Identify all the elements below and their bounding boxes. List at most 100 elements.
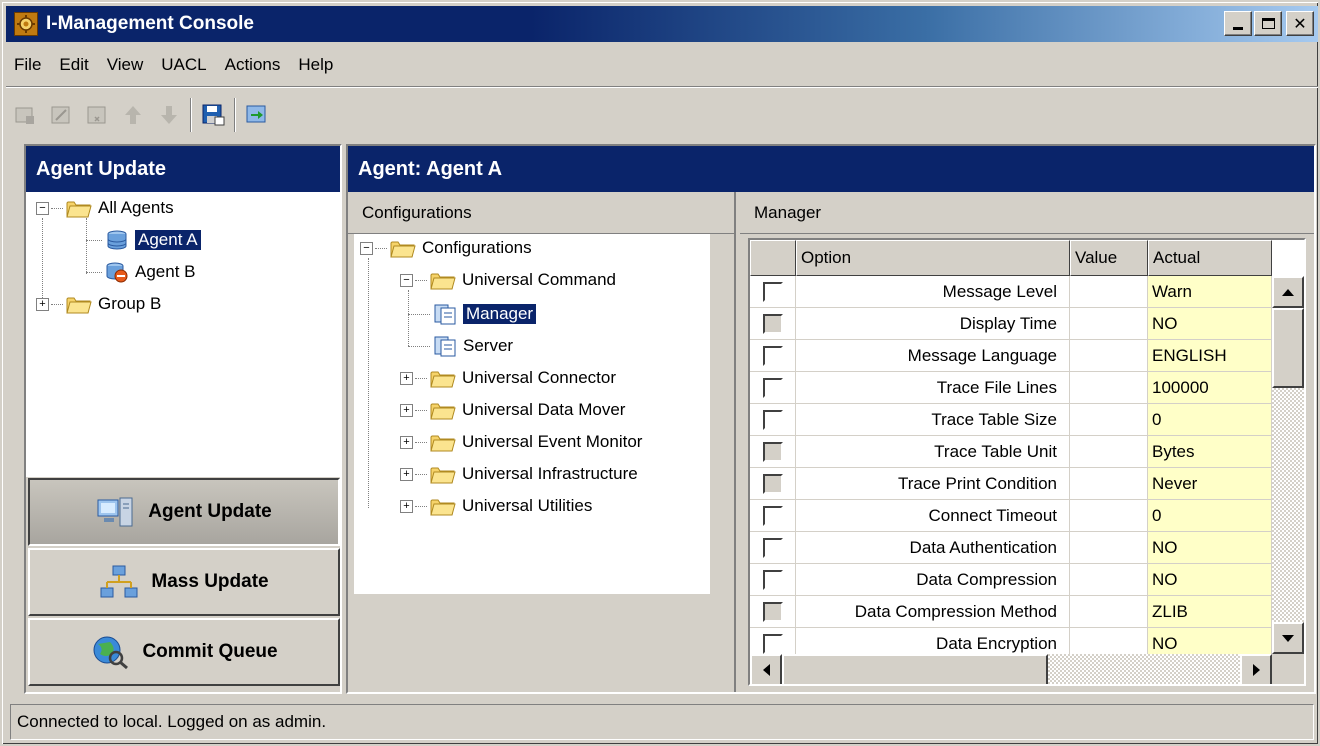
column-header-actual[interactable]: Actual bbox=[1148, 240, 1272, 276]
tree-item-universal-data-mover[interactable]: + Universal Data Mover bbox=[400, 396, 625, 424]
collapse-icon[interactable]: − bbox=[400, 273, 413, 287]
option-value[interactable] bbox=[1070, 308, 1148, 340]
table-row[interactable]: Message Language ENGLISH bbox=[750, 340, 1272, 372]
option-value[interactable] bbox=[1070, 372, 1148, 404]
tree-item-universal-connector[interactable]: + Universal Connector bbox=[400, 364, 616, 392]
new-item-icon bbox=[15, 107, 34, 124]
menu-view[interactable]: View bbox=[98, 55, 153, 75]
menu-edit[interactable]: Edit bbox=[50, 55, 97, 75]
new-item-button[interactable] bbox=[10, 100, 40, 130]
table-row[interactable]: Connect Timeout 0 bbox=[750, 500, 1272, 532]
option-name: Trace Print Condition bbox=[796, 468, 1070, 500]
move-down-button[interactable] bbox=[154, 100, 184, 130]
collapse-icon[interactable]: − bbox=[36, 201, 49, 215]
option-value[interactable] bbox=[1070, 500, 1148, 532]
tree-item-universal-utilities[interactable]: + Universal Utilities bbox=[400, 492, 592, 520]
config-file-icon bbox=[434, 304, 456, 325]
option-name: Data Encryption bbox=[796, 628, 1070, 654]
scroll-up-button[interactable] bbox=[1272, 276, 1304, 308]
table-row[interactable]: Data Compression Method ZLIB bbox=[750, 596, 1272, 628]
collapse-icon[interactable]: − bbox=[360, 241, 373, 255]
save-button[interactable] bbox=[198, 100, 228, 130]
table-row[interactable]: Trace Table Size 0 bbox=[750, 404, 1272, 436]
expand-icon[interactable]: + bbox=[400, 467, 413, 481]
deploy-button[interactable] bbox=[242, 100, 272, 130]
commit-queue-nav-button[interactable]: Commit Queue bbox=[28, 618, 340, 686]
menu-help[interactable]: Help bbox=[289, 55, 342, 75]
option-value[interactable] bbox=[1070, 276, 1148, 308]
option-value[interactable] bbox=[1070, 532, 1148, 564]
column-header-option[interactable]: Option bbox=[796, 240, 1070, 276]
scroll-left-button[interactable] bbox=[750, 654, 782, 684]
move-up-button[interactable] bbox=[118, 100, 148, 130]
option-value[interactable] bbox=[1070, 436, 1148, 468]
tree-item-universal-event-monitor[interactable]: + Universal Event Monitor bbox=[400, 428, 642, 456]
agent-update-nav-button[interactable]: Agent Update bbox=[28, 478, 340, 546]
maximize-button[interactable] bbox=[1254, 11, 1282, 36]
option-value[interactable] bbox=[1070, 468, 1148, 500]
table-row[interactable]: Message Level Warn bbox=[750, 276, 1272, 308]
option-value[interactable] bbox=[1070, 628, 1148, 654]
option-value[interactable] bbox=[1070, 596, 1148, 628]
horizontal-scrollbar[interactable] bbox=[750, 654, 1272, 684]
table-row[interactable]: Trace Print Condition Never bbox=[750, 468, 1272, 500]
scroll-down-button[interactable] bbox=[1272, 622, 1304, 654]
row-checkbox[interactable] bbox=[762, 633, 783, 654]
arrow-down-icon bbox=[161, 106, 177, 124]
table-row[interactable]: Data Compression NO bbox=[750, 564, 1272, 596]
column-header-value[interactable]: Value bbox=[1070, 240, 1148, 276]
expand-icon[interactable]: + bbox=[400, 403, 413, 417]
menu-uacl[interactable]: UACL bbox=[152, 55, 215, 75]
table-row[interactable]: Trace Table Unit Bytes bbox=[750, 436, 1272, 468]
row-checkbox[interactable] bbox=[762, 345, 783, 366]
column-header-select[interactable] bbox=[750, 240, 796, 276]
expand-icon[interactable]: + bbox=[400, 499, 413, 513]
tree-item-group-b[interactable]: + Group B bbox=[36, 290, 161, 318]
table-row[interactable]: Data Authentication NO bbox=[750, 532, 1272, 564]
manager-pane: Manager Option Value Actual Message Leve… bbox=[740, 192, 1314, 692]
folder-icon bbox=[430, 467, 456, 484]
row-checkbox[interactable] bbox=[762, 377, 783, 398]
table-row[interactable]: Trace File Lines 100000 bbox=[750, 372, 1272, 404]
vertical-scroll-thumb[interactable] bbox=[1272, 308, 1304, 388]
row-checkbox[interactable] bbox=[762, 505, 783, 526]
folder-icon bbox=[430, 403, 456, 420]
edit-item-button[interactable] bbox=[46, 100, 76, 130]
expand-icon[interactable]: + bbox=[400, 435, 413, 449]
scroll-right-button[interactable] bbox=[1240, 654, 1272, 684]
menu-file[interactable]: File bbox=[6, 55, 50, 75]
option-value[interactable] bbox=[1070, 340, 1148, 372]
row-checkbox[interactable] bbox=[762, 569, 783, 590]
horizontal-scroll-thumb[interactable] bbox=[782, 654, 1048, 684]
minimize-button[interactable] bbox=[1224, 11, 1252, 36]
table-row[interactable]: Display Time NO bbox=[750, 308, 1272, 340]
row-checkbox[interactable] bbox=[762, 281, 783, 302]
option-name: Message Language bbox=[796, 340, 1070, 372]
agent-detail-region: Agent: Agent A Configurations − Configur… bbox=[346, 144, 1316, 694]
close-button[interactable]: ✕ bbox=[1286, 11, 1314, 36]
tree-item-server[interactable]: Server bbox=[408, 332, 513, 360]
tree-item-universal-command[interactable]: − Universal Command bbox=[400, 266, 616, 294]
tree-item-agent-b[interactable]: Agent B bbox=[86, 258, 196, 286]
row-checkbox[interactable] bbox=[762, 537, 783, 558]
option-value[interactable] bbox=[1070, 564, 1148, 596]
expand-icon[interactable]: + bbox=[400, 371, 413, 385]
maximize-icon bbox=[1261, 18, 1275, 29]
config-file-icon bbox=[434, 336, 456, 357]
tree-item-label: Server bbox=[463, 336, 514, 355]
vertical-scrollbar[interactable] bbox=[1272, 276, 1304, 654]
menu-actions[interactable]: Actions bbox=[216, 55, 290, 75]
expand-icon[interactable]: + bbox=[36, 297, 49, 311]
table-row[interactable]: Data Encryption NO bbox=[750, 628, 1272, 654]
tree-item-configurations[interactable]: − Configurations bbox=[360, 234, 532, 262]
mass-update-nav-button[interactable]: Mass Update bbox=[28, 548, 340, 616]
arrow-down-icon bbox=[1282, 634, 1294, 642]
tree-item-manager[interactable]: Manager bbox=[408, 300, 537, 328]
tree-item-universal-infrastructure[interactable]: + Universal Infrastructure bbox=[400, 460, 638, 488]
tree-item-agent-a[interactable]: Agent A bbox=[86, 226, 201, 254]
option-value[interactable] bbox=[1070, 404, 1148, 436]
row-checkbox[interactable] bbox=[762, 409, 783, 430]
app-gear-icon bbox=[14, 12, 38, 36]
tree-item-all-agents[interactable]: − All Agents bbox=[36, 194, 174, 222]
delete-item-button[interactable] bbox=[82, 100, 112, 130]
